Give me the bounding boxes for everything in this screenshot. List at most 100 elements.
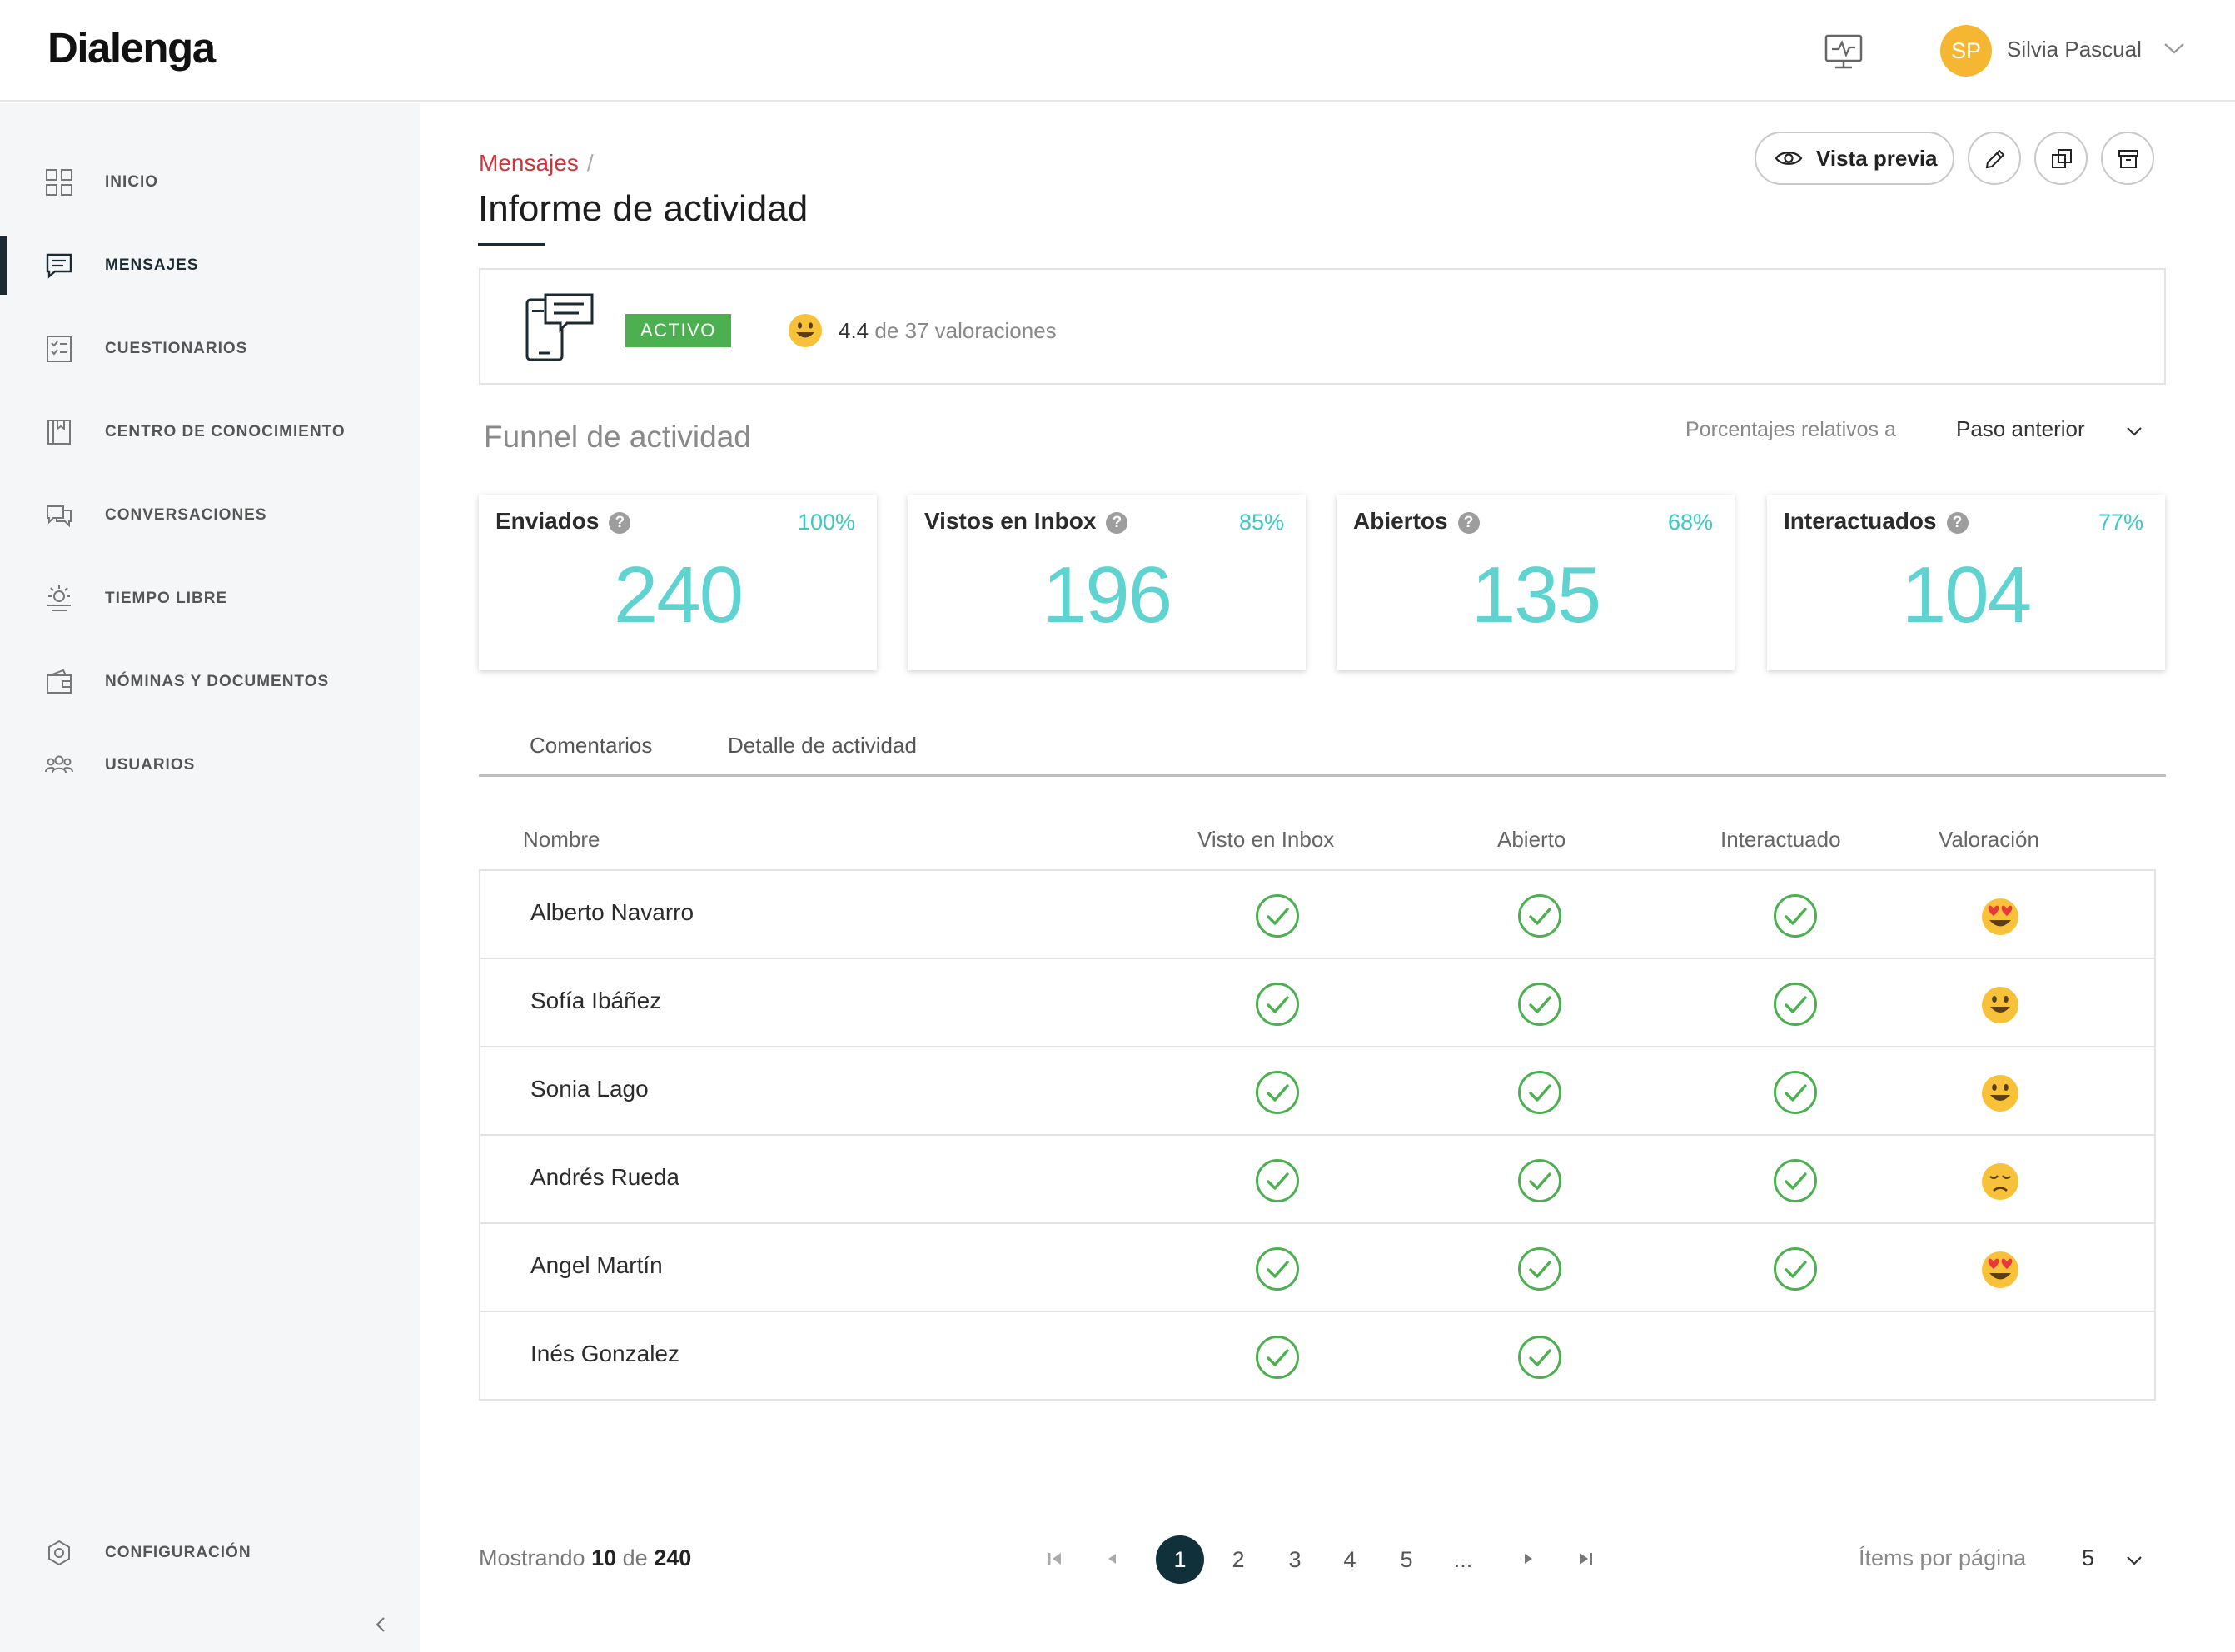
showing-summary: Mostrando 10 de 240 [479,1545,692,1570]
rating-count: de 37 valoraciones [874,318,1057,343]
metric-label: Abiertos? [1353,508,1480,535]
seen-check-icon [1256,894,1299,938]
seen-check-icon [1255,982,1300,1027]
sidebar-item-tiempo-libre[interactable]: TIEMPO LIBRE [0,570,420,628]
seen-check-icon [1256,1071,1299,1114]
metric-value: 196 [1042,550,1172,639]
column-header-abierto: Abierto [1497,827,1566,852]
breadcrumb-link-mensajes[interactable]: Mensajes [479,150,579,176]
opened-check-icon [1518,1071,1561,1114]
items-per-page-label: Ítems por página [1859,1545,2027,1570]
table-row[interactable]: Sofía Ibáñez [480,959,2154,1047]
last-page-icon[interactable] [1575,1549,1595,1569]
page-button[interactable]: 5 [1382,1535,1431,1584]
tab-comentarios[interactable]: Comentarios [530,733,652,759]
sun-icon [47,585,71,611]
chevron-down-icon[interactable] [2163,42,2185,55]
metric-percent: 68% [1667,510,1713,535]
monitor-activity-icon[interactable] [1824,33,1864,70]
funnel-title: Funnel de actividad [484,420,751,454]
items-per-page-select[interactable]: 5 [2082,1545,2094,1571]
column-header-nombre: Nombre [523,827,600,852]
help-icon[interactable]: ? [1106,512,1128,534]
duplicate-button[interactable] [2034,132,2088,185]
app-logo[interactable]: Dialenga [47,23,216,72]
page-button[interactable]: 1 [1156,1535,1204,1584]
table-row[interactable]: Inés Gonzalez [480,1312,2154,1401]
chevron-down-icon[interactable] [2125,425,2143,437]
interacted-check-icon [1773,982,1818,1027]
sidebar-item-cuestionarios[interactable]: CUESTIONARIOS [0,320,420,378]
opened-check-icon [1518,1159,1561,1202]
table-row[interactable]: Alberto Navarro [480,871,2154,959]
first-page-icon[interactable] [1045,1549,1065,1569]
user-name[interactable]: Silvia Pascual [2007,37,2142,62]
smile-emoji-icon [1982,987,2018,1023]
sidebar-item-label: NÓMINAS Y DOCUMENTOS [105,673,330,690]
activity-table: Alberto Navarro Sofía Ibáñez Sonia Lago And… [479,869,2156,1401]
column-header-valoracion: Valoración [1939,827,2039,852]
interacted-check-icon [1773,1158,1818,1203]
metric-value: 135 [1471,550,1601,639]
metric-label: Interactuados? [1784,508,1969,535]
table-row[interactable]: Sonia Lago [480,1047,2154,1136]
archive-button[interactable] [2101,132,2154,185]
opened-check-icon [1517,1070,1562,1115]
metric-percent: 77% [2098,510,2143,535]
page-button[interactable]: 4 [1326,1535,1374,1584]
interacted-check-icon [1773,1070,1818,1115]
help-icon[interactable]: ? [609,512,631,534]
help-icon[interactable]: ? [1946,512,1969,534]
relative-percent-select[interactable]: Paso anterior [1956,416,2085,442]
next-page-icon[interactable] [1519,1549,1539,1569]
collapse-sidebar-icon[interactable] [371,1615,390,1634]
metric-value: 240 [613,550,744,639]
funnel-card-enviados: Enviados? 100% 240 [479,495,877,670]
opened-check-icon [1518,983,1561,1026]
metric-label: Enviados? [495,508,631,535]
seen-check-icon [1255,893,1300,938]
sidebar-item-conversaciones[interactable]: CONVERSACIONES [0,486,420,545]
opened-check-icon [1518,1247,1561,1291]
heart-eyes-emoji-icon [1982,1251,2018,1288]
sidebar-item-configuracion[interactable]: CONFIGURACIÓN [0,1524,420,1582]
breadcrumb: Mensajes / [479,150,594,177]
breadcrumb-separator: / [586,150,594,176]
help-icon[interactable]: ? [1457,512,1480,534]
preview-button[interactable]: Vista previa [1755,132,1954,185]
opened-check-icon [1517,1335,1562,1380]
column-header-interactuado: Interactuado [1720,827,1841,852]
edit-button[interactable] [1968,132,2021,185]
sidebar-item-usuarios[interactable]: USUARIOS [0,736,420,794]
smile-emoji-icon [789,314,822,347]
copy-icon [2052,149,2072,168]
grid-icon [46,169,72,196]
seen-check-icon [1256,983,1299,1026]
message-status-card: ACTIVO 4.4 de 37 valoraciones [479,268,2166,385]
chevron-down-icon[interactable] [2125,1555,2143,1566]
funnel-card-abiertos: Abiertos? 68% 135 [1337,495,1735,670]
settings-icon [48,1540,70,1566]
sidebar-item-mensajes[interactable]: MENSAJES [0,236,420,295]
sidebar-item-centro-de-conocimiento[interactable]: CENTRO DE CONOCIMIENTO [0,403,420,461]
interacted-check-icon [1773,893,1818,938]
mobile-message-icon [525,293,594,361]
relative-percent-label: Porcentajes relativos a [1685,418,1896,441]
table-row[interactable]: Andrés Rueda [480,1136,2154,1224]
table-row[interactable]: Angel Martín [480,1224,2154,1312]
previous-page-icon[interactable] [1102,1549,1122,1569]
tab-detalle-de-actividad[interactable]: Detalle de actividad [728,733,917,759]
opened-check-icon [1517,1246,1562,1291]
seen-check-icon [1256,1159,1299,1202]
avatar[interactable]: SP [1940,25,1992,77]
page-ellipsis: ... [1453,1547,1473,1572]
page-button[interactable]: 2 [1214,1535,1262,1584]
sidebar-item-nominas-y-documentos[interactable]: NÓMINAS Y DOCUMENTOS [0,653,420,711]
page-button[interactable]: 3 [1271,1535,1319,1584]
opened-check-icon [1517,982,1562,1027]
sidebar-item-inicio[interactable]: INICIO [0,153,420,211]
sidebar-item-label: CONVERSACIONES [105,506,267,524]
user-name-cell: Sofía Ibáñez [530,988,662,1013]
funnel-card-vistos-en-inbox: Vistos en Inbox? 85% 196 [908,495,1306,670]
sidebar: INICIO MENSAJES CUESTIONARIOS CENTRO DE … [0,103,420,1652]
